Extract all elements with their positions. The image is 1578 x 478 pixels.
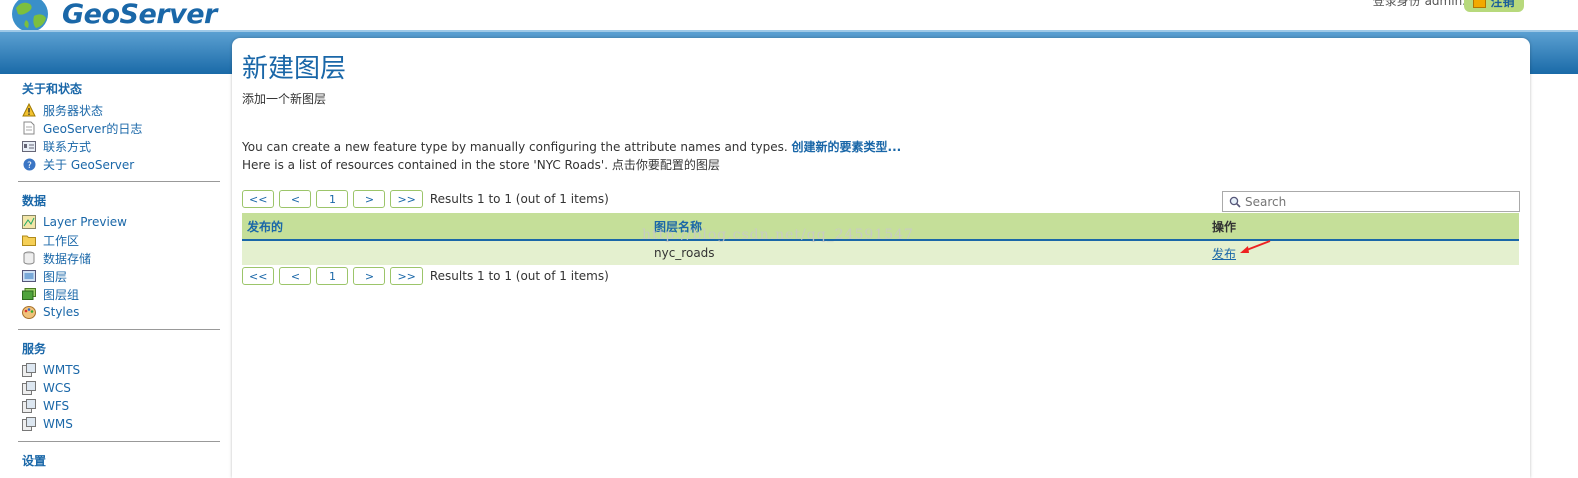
sidebar-item-label: Styles [43,305,80,319]
page-title: 新建图层 [242,54,347,84]
layers-table: 发布的 图层名称 操作 nyc_roads 发布 http://blog.csd… [242,213,1519,265]
main-panel: 新建图层 添加一个新图层 You can create a new featur… [232,38,1530,478]
description-line-1: You can create a new feature type by man… [242,140,788,154]
document-icon [22,121,36,135]
svg-text:?: ? [27,161,32,171]
pager-bottom: << < 1 > >> Results 1 to 1 (out of 1 ite… [242,267,609,285]
sidebar-item-about[interactable]: ? 关于 GeoServer [18,155,220,173]
red-arrow-annotation [1240,240,1271,253]
section-title: 关于和状态 [22,82,83,96]
logout-label: 注销 [1490,0,1515,9]
pager-page-button[interactable]: 1 [316,267,349,285]
sidebar-item-label: WFS [43,399,70,413]
sidebar-item-layer-groups[interactable]: 图层组 [18,285,220,303]
top-bar: GeoServer 登录身份 admin. 注销 [0,0,1578,32]
pager-result-text: Results 1 to 1 (out of 1 items) [429,192,609,206]
sidebar-item-layer-preview[interactable]: Layer Preview [18,213,220,231]
login-status: 登录身份 admin. [1372,0,1466,8]
table-row: nyc_roads 发布 http://blog.csdn.net/qq_245… [242,227,1519,265]
sidebar-item-label: 联系方式 [43,139,92,154]
description-line-2: Here is a list of resources contained in… [242,158,720,172]
geoserver-logo[interactable]: GeoServer [8,0,217,34]
sidebar-item-label: 服务器状态 [43,103,104,118]
pager-last-button[interactable]: >> [390,267,423,285]
section-title: 设置 [22,454,47,468]
page-description: You can create a new feature type by man… [242,138,901,174]
folder-icon [22,233,36,247]
sidebar: 关于和状态 服务器状态 GeoServer的日志 联系方式 ? 关于 GeoSe… [18,80,220,473]
globe-icon [12,0,48,32]
pager-prev-button[interactable]: < [279,267,312,285]
search-input[interactable] [1245,194,1505,209]
pager-page-button[interactable]: 1 [316,190,349,208]
service-icon [22,363,36,377]
sidebar-item-styles[interactable]: Styles [18,303,220,321]
sidebar-item-label: 工作区 [43,233,80,248]
create-feature-type-link[interactable]: 创建新的要素类型... [792,140,902,154]
service-icon [22,417,36,431]
pager-prev-button[interactable]: < [279,190,312,208]
sidebar-section-services: 服务 WMTS WCS WFS WMS [18,340,220,442]
publish-link[interactable]: 发布 [1212,245,1236,262]
sidebar-item-wmts[interactable]: WMTS [18,361,220,379]
sidebar-item-logs[interactable]: GeoServer的日志 [18,119,220,137]
sidebar-item-layers[interactable]: 图层 [18,267,220,285]
pager-next-button[interactable]: > [353,267,386,285]
warning-icon [22,103,36,117]
pager-first-button[interactable]: << [242,190,275,208]
contact-card-icon [22,139,36,153]
sidebar-item-wms[interactable]: WMS [18,415,220,433]
info-icon: ? [22,157,36,171]
search-box [1222,191,1520,212]
sidebar-item-label: WMS [43,417,73,431]
watermark: http://blog.csdn.net/qq_24591547 [642,227,914,243]
sidebar-section-about: 关于和状态 服务器状态 GeoServer的日志 联系方式 ? 关于 GeoSe… [18,80,220,182]
service-icon [22,399,36,413]
sidebar-item-label: WCS [43,381,71,395]
sidebar-section-settings: 设置 [18,452,220,469]
sidebar-item-label: 图层 [43,269,68,284]
database-icon [22,251,36,265]
layer-icon [22,269,36,283]
column-header-published[interactable]: 发布的 [247,218,283,235]
sidebar-item-label: 数据存储 [43,251,92,266]
cell-layer-name: nyc_roads [654,246,715,260]
section-title: 服务 [22,342,47,356]
sidebar-item-workspaces[interactable]: 工作区 [18,231,220,249]
map-preview-icon [22,215,36,229]
layer-group-icon [22,287,36,301]
pager-first-button[interactable]: << [242,267,275,285]
sidebar-item-wfs[interactable]: WFS [18,397,220,415]
app-name: GeoServer [62,0,217,30]
search-icon [1229,196,1241,208]
section-title: 数据 [22,194,47,208]
service-icon [22,381,36,395]
sidebar-item-label: GeoServer的日志 [43,121,143,136]
pager-result-text: Results 1 to 1 (out of 1 items) [429,269,609,283]
sidebar-item-stores[interactable]: 数据存储 [18,249,220,267]
column-header-action: 操作 [1212,219,1237,234]
logout-button[interactable]: 注销 [1464,0,1524,12]
pager-top: << < 1 > >> Results 1 to 1 (out of 1 ite… [242,190,609,208]
pager-next-button[interactable]: > [353,190,386,208]
logout-icon [1473,0,1487,8]
sidebar-item-label: 图层组 [43,287,80,302]
palette-icon [22,305,36,319]
sidebar-section-data: 数据 Layer Preview 工作区 数据存储 图层 图层组 Styles [18,192,220,330]
page-subtitle: 添加一个新图层 [242,92,327,106]
sidebar-item-wcs[interactable]: WCS [18,379,220,397]
sidebar-item-label: 关于 GeoServer [43,157,135,172]
sidebar-item-contact[interactable]: 联系方式 [18,137,220,155]
sidebar-item-label: WMTS [43,363,81,377]
sidebar-item-server-status[interactable]: 服务器状态 [18,101,220,119]
sidebar-item-label: Layer Preview [43,215,127,229]
pager-last-button[interactable]: >> [390,190,423,208]
